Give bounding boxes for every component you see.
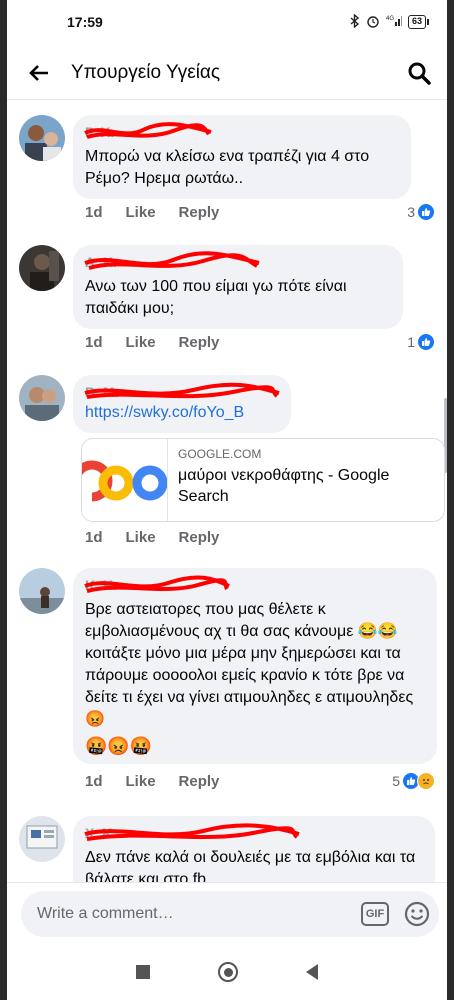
back-nav-icon[interactable] (306, 964, 318, 980)
top-app-bar: Υπουργείο Υγείας (7, 46, 447, 100)
comment-input-container[interactable]: GIF (21, 891, 439, 937)
comment-author[interactable]: Χ. Κ. (84, 823, 423, 843)
reaction-summary[interactable]: 3 (407, 203, 435, 221)
link-title: μαύροι νεκροθάφτης - Google Search (178, 467, 390, 505)
comment-time: 1d (85, 204, 103, 221)
comment-actions: 1d Like Reply (85, 204, 219, 221)
redaction-scribble (84, 823, 300, 841)
reaction-count: 3 (407, 204, 415, 220)
comment-author[interactable]: Ρ. Κ. (84, 122, 399, 142)
recent-apps-icon[interactable] (136, 965, 150, 979)
home-icon[interactable] (218, 962, 238, 982)
author-name: Ρ. Κ. (85, 124, 115, 140)
reply-button[interactable]: Reply (179, 773, 220, 790)
avatar[interactable] (19, 816, 65, 862)
signal-icon: 4G (386, 14, 402, 30)
battery-level: 63 (407, 15, 426, 29)
status-bar: 17:59 4G 63 (7, 0, 447, 44)
reply-button[interactable]: Reply (179, 334, 220, 351)
search-icon[interactable] (403, 57, 435, 89)
link-preview-card[interactable]: GOOGLE.COM μαύροι νεκροθάφτης - Google S… (81, 438, 445, 522)
status-time: 17:59 (67, 14, 103, 30)
comment-composer: GIF (7, 882, 447, 944)
comment-author[interactable]: Α. Κ. (84, 251, 391, 272)
status-icons: 4G 63 (350, 12, 429, 31)
comment-emoji-line: 🤬😡🤬 (85, 736, 153, 756)
back-arrow-icon[interactable] (25, 59, 53, 87)
comment-bubble[interactable]: Χ. Κ. Δεν πάνε καλά οι δουλειές με τα εμ… (73, 816, 435, 882)
comment-text: Δεν πάνε καλά οι δουλειές με τα εμβόλια … (85, 849, 416, 882)
comment-author[interactable]: Β. Μ. (84, 382, 280, 402)
comment-bubble[interactable]: Ρ. Κ. Μπορώ να κλείσω ενα τραπέζι για 4 … (73, 115, 411, 199)
comment-actions: 1d Like Reply (85, 529, 219, 546)
reaction-count: 1 (407, 334, 415, 350)
comment-time: 1d (85, 773, 103, 790)
comment-link[interactable]: https://swky.co/foYo_B (85, 404, 279, 422)
reaction-summary[interactable]: 5 (392, 772, 435, 790)
like-button[interactable]: Like (126, 529, 156, 546)
comment-bubble[interactable]: Β. Μ. https://swky.co/foYo_B (73, 375, 291, 433)
like-reaction-icon (417, 333, 435, 351)
author-name: Α. Κ. (85, 254, 117, 270)
avatar[interactable] (19, 245, 65, 291)
reply-button[interactable]: Reply (179, 204, 220, 221)
link-domain: GOOGLE.COM (178, 447, 262, 461)
comment-time: 1d (85, 334, 103, 351)
like-button[interactable]: Like (126, 334, 156, 351)
comment-text: Ανω των 100 που είμαι γω πότε είναι παιδ… (85, 278, 347, 317)
page-title: Υπουργείο Υγείας (71, 61, 221, 83)
reaction-summary[interactable]: 1 (407, 333, 435, 351)
like-button[interactable]: Like (126, 773, 156, 790)
avatar[interactable] (19, 375, 65, 421)
author-name: Κ. Κ. (85, 577, 117, 593)
emoji-icon[interactable] (403, 900, 431, 928)
sad-reaction-icon (417, 772, 435, 790)
comment-time: 1d (85, 529, 103, 546)
comment-actions: 1d Like Reply (85, 334, 219, 351)
like-button[interactable]: Like (126, 204, 156, 221)
app-frame: 17:59 4G 63 Υπουργείο Υγείας Ρ. Κ. Μπορώ… (7, 0, 447, 1000)
comment-actions: 1d Like Reply (85, 773, 219, 790)
comments-list[interactable]: Ρ. Κ. Μπορώ να κλείσω ενα τραπέζι για 4 … (7, 101, 447, 882)
google-logo-thumbnail (82, 439, 168, 521)
comment-author[interactable]: Κ. Κ. (84, 575, 425, 595)
battery-icon (427, 19, 429, 25)
like-reaction-icon (417, 203, 435, 221)
svg-text:4G: 4G (386, 16, 394, 22)
bluetooth-icon (350, 12, 360, 31)
system-nav-bar (7, 944, 447, 1000)
comment-text: Βρε αστειατορες που μας θέλετε κ εμβολια… (85, 601, 414, 728)
comment-input[interactable] (37, 905, 361, 923)
comment-text: Μπορώ να κλείσω ενα τραπέζι για 4 στο Ρέ… (85, 148, 370, 187)
avatar[interactable] (19, 568, 65, 614)
avatar[interactable] (19, 115, 65, 161)
comment-bubble[interactable]: Α. Κ. Ανω των 100 που είμαι γω πότε είνα… (73, 245, 403, 329)
author-name: Χ. Κ. (85, 825, 117, 841)
reply-button[interactable]: Reply (179, 529, 220, 546)
comment-bubble[interactable]: Κ. Κ. Βρε αστειατορες που μας θέλετε κ ε… (73, 568, 437, 764)
reaction-count: 5 (392, 773, 400, 789)
gif-button[interactable]: GIF (361, 902, 389, 926)
author-name: Β. Μ. (85, 384, 119, 400)
alarm-icon (366, 14, 380, 31)
